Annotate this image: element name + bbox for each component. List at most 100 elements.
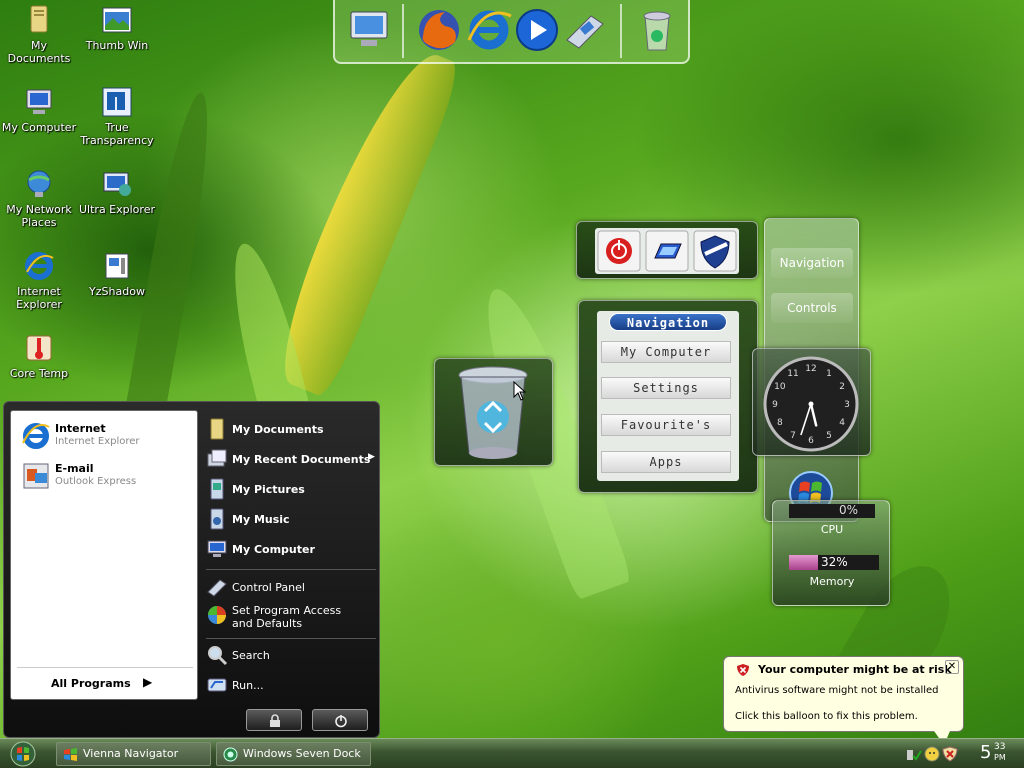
clock-number: 2 [839,382,845,392]
start-menu-separator [206,638,376,639]
network-tray-icon[interactable] [906,746,922,762]
start-item-label: My Computer [232,543,315,556]
start-item-run[interactable]: Run... [204,672,376,698]
memory-label: Memory [809,575,855,588]
computer-icon[interactable] [345,6,393,54]
desktop-icon-yzshadow[interactable]: YzShadow [78,250,156,298]
internet-explorer-icon[interactable] [465,6,513,54]
taskbar-button-label: Vienna Navigator [83,747,179,760]
messenger-tray-icon[interactable] [924,746,940,762]
security-warning-icon [737,664,749,676]
nav-button-my-computer[interactable]: My Computer [601,341,731,363]
pictures-icon [210,478,224,500]
clock-number: 5 [826,431,832,441]
recycle-bin-icon[interactable] [633,6,681,54]
start-item-label: Set Program Access and Defaults [232,604,342,630]
desktop-icon-thumb-win[interactable]: Thumb Win [78,4,156,52]
start-button[interactable] [8,740,38,768]
start-item-label: Search [232,649,270,662]
clock-number: 7 [790,431,796,441]
window-switch-icon[interactable] [645,230,689,272]
start-item-label: My Recent Documents [232,453,371,466]
taskbar-button-vienna-navigator[interactable]: Vienna Navigator [56,742,211,766]
clock-hour: 5 [980,742,992,763]
close-icon[interactable]: ✕ [945,660,959,674]
pinned-subtitle: Outlook Express [55,476,137,487]
outlook-express-icon [23,463,49,489]
start-item-label: Run... [232,679,264,692]
taskbar: Vienna Navigator Windows Seven Dock 5 33… [0,738,1024,768]
power-icon[interactable] [597,230,641,272]
security-alert-tray-icon[interactable] [942,746,958,762]
desktop-icon-core-temp[interactable]: Core Temp [0,332,78,380]
computer-icon [207,540,227,557]
analog-clock: 12 12 3 45 6 78 9 1011 [763,356,859,452]
clock-gadget[interactable]: 12 1 2 3 4 5 6 7 8 9 10 11 [752,348,871,456]
nav-button-apps[interactable]: Apps [601,451,731,473]
taskbar-button-windows-seven-dock[interactable]: Windows Seven Dock [216,742,371,766]
shield-icon[interactable] [693,230,737,272]
pinned-email[interactable]: E-mail Outlook Express [21,459,191,495]
start-menu-pinned-panel: Internet Internet Explorer E-mail Outloo… [10,410,198,700]
control-panel-icon[interactable] [561,6,609,54]
start-menu: Internet Internet Explorer E-mail Outloo… [3,401,380,738]
start-item-my-music[interactable]: My Music [204,506,376,532]
all-programs-button[interactable]: All Programs ▶ [51,675,171,697]
desktop-icon-internet-explorer[interactable]: Internet Explorer [0,250,78,311]
shutdown-button[interactable] [312,709,368,731]
recycle-bin-gadget[interactable] [434,358,553,466]
search-icon [208,646,228,666]
desktop-icon-ultra-explorer[interactable]: Ultra Explorer [78,168,156,216]
start-item-label: My Pictures [232,483,305,496]
start-item-search[interactable]: Search [204,642,376,668]
vertical-panel-controls[interactable]: Controls [771,293,853,323]
start-item-my-computer[interactable]: My Computer [204,536,376,562]
desktop-icon-my-documents[interactable]: My Documents [0,4,78,65]
arrow-right-icon: ▶ [368,452,375,462]
nav-button-settings[interactable]: Settings [601,377,731,399]
firefox-icon[interactable] [415,6,463,54]
cpu-label: CPU [820,523,844,536]
desktop-icon-label: True Transparency [80,121,154,147]
yzshadow-icon [105,253,129,279]
clock-number: 10 [774,382,786,392]
navigation-gadget: Navigation My Computer Settings Favourit… [578,300,758,493]
lock-button[interactable] [246,709,302,731]
pinned-title: E-mail [55,462,94,475]
desktop-icon-label: My Network Places [6,203,72,229]
media-player-icon[interactable] [513,6,561,54]
cpu-memory-gadget: 0% CPU 32% Memory [772,500,890,606]
start-item-my-documents[interactable]: My Documents [204,416,376,442]
control-panel-icon [207,579,227,597]
run-icon [207,678,227,692]
start-item-control-panel[interactable]: Control Panel [204,574,376,600]
dock-separator [402,4,404,58]
ultra-explorer-icon [103,172,131,196]
pinned-divider [17,667,193,668]
clock-number: 3 [844,400,850,410]
power-gadget [576,221,758,279]
desktop-icon-true-transparency[interactable]: True Transparency [78,86,156,147]
desktop-icon-label: YzShadow [89,285,145,298]
recent-documents-icon [207,449,227,467]
start-item-label: My Music [232,513,290,526]
navigation-title: Navigation [609,313,727,331]
start-item-my-pictures[interactable]: My Pictures [204,476,376,502]
seven-dock-icon [223,747,238,762]
desktop-icon-label: Internet Explorer [16,285,62,311]
desktop-icon-my-computer[interactable]: My Computer [0,86,78,134]
dock-bar [333,0,690,64]
folder-documents-icon [30,5,48,33]
start-item-set-program-access[interactable]: Set Program Access and Defaults [204,602,376,632]
power-icon [335,715,347,728]
desktop-icon-label: My Documents [7,39,71,65]
vertical-panel-navigation[interactable]: Navigation [771,248,853,278]
pinned-internet[interactable]: Internet Internet Explorer [21,419,191,455]
tray-clock[interactable]: 5 33 PM [980,742,1006,764]
internet-explorer-icon [25,252,54,280]
security-balloon[interactable]: Your computer might be at risk ✕ Antivir… [723,656,964,745]
start-item-my-recent-documents[interactable]: My Recent Documents ▶ [204,446,376,472]
desktop-icon-my-network-places[interactable]: My Network Places [0,168,78,229]
memory-meter-bar: 32% [789,555,879,570]
nav-button-favourites[interactable]: Favourite's [601,414,731,436]
